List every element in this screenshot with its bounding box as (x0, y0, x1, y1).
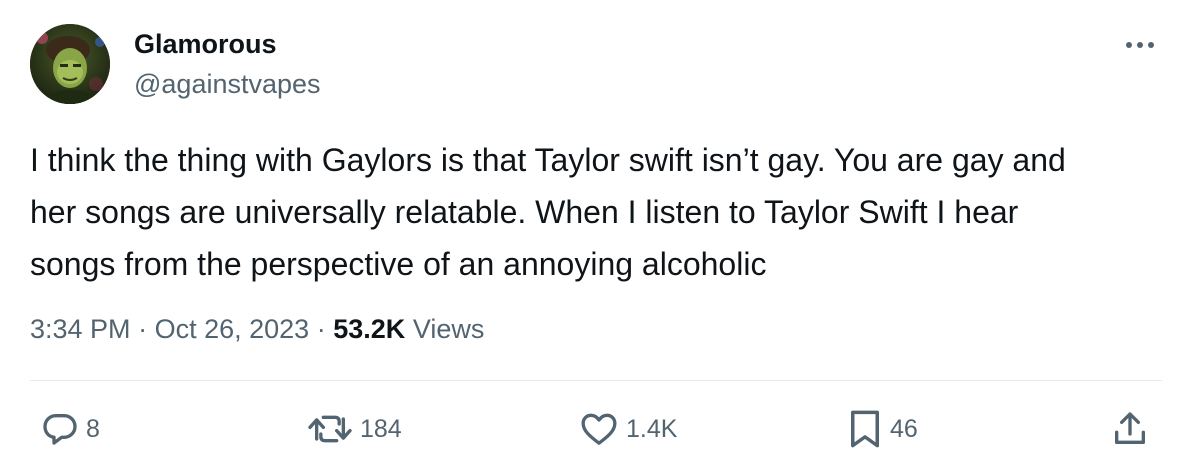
meta-separator: · (138, 314, 148, 344)
retweet-icon (308, 415, 352, 443)
heart-icon (581, 413, 617, 445)
more-dots-icon (1126, 42, 1154, 48)
meta-separator: · (316, 314, 326, 344)
tweet-date[interactable]: Oct 26, 2023 (155, 314, 310, 344)
tweet-meta: 3:34 PM · Oct 26, 2023 · 53.2K Views (30, 309, 484, 349)
divider (30, 380, 1162, 381)
tweet-card: Glamorous @againstvapes I think the thin… (0, 0, 1192, 474)
user-handle[interactable]: @againstvapes (134, 68, 321, 100)
bookmark-button[interactable]: 46 (846, 408, 918, 450)
more-options-button[interactable] (1118, 30, 1162, 60)
display-name[interactable]: Glamorous (134, 28, 277, 60)
avatar-photo (30, 24, 110, 104)
reply-button[interactable]: 8 (40, 408, 100, 450)
reply-count: 8 (86, 415, 100, 443)
avatar[interactable] (30, 24, 110, 104)
like-button[interactable]: 1.4K (578, 408, 677, 450)
tweet-text: I think the thing with Gaylors is that T… (30, 142, 1066, 282)
like-count: 1.4K (626, 415, 678, 443)
retweet-count: 184 (360, 415, 402, 443)
views-count: 53.2K (333, 314, 406, 344)
views-label: Views (412, 314, 485, 344)
reply-bubble-icon (43, 414, 77, 445)
retweet-button[interactable]: 184 (306, 408, 402, 450)
tweet-time[interactable]: 3:34 PM (30, 314, 131, 344)
share-button[interactable] (1110, 408, 1150, 450)
bookmark-icon (851, 410, 879, 448)
bookmark-count: 46 (890, 415, 918, 443)
share-icon (1115, 412, 1145, 444)
